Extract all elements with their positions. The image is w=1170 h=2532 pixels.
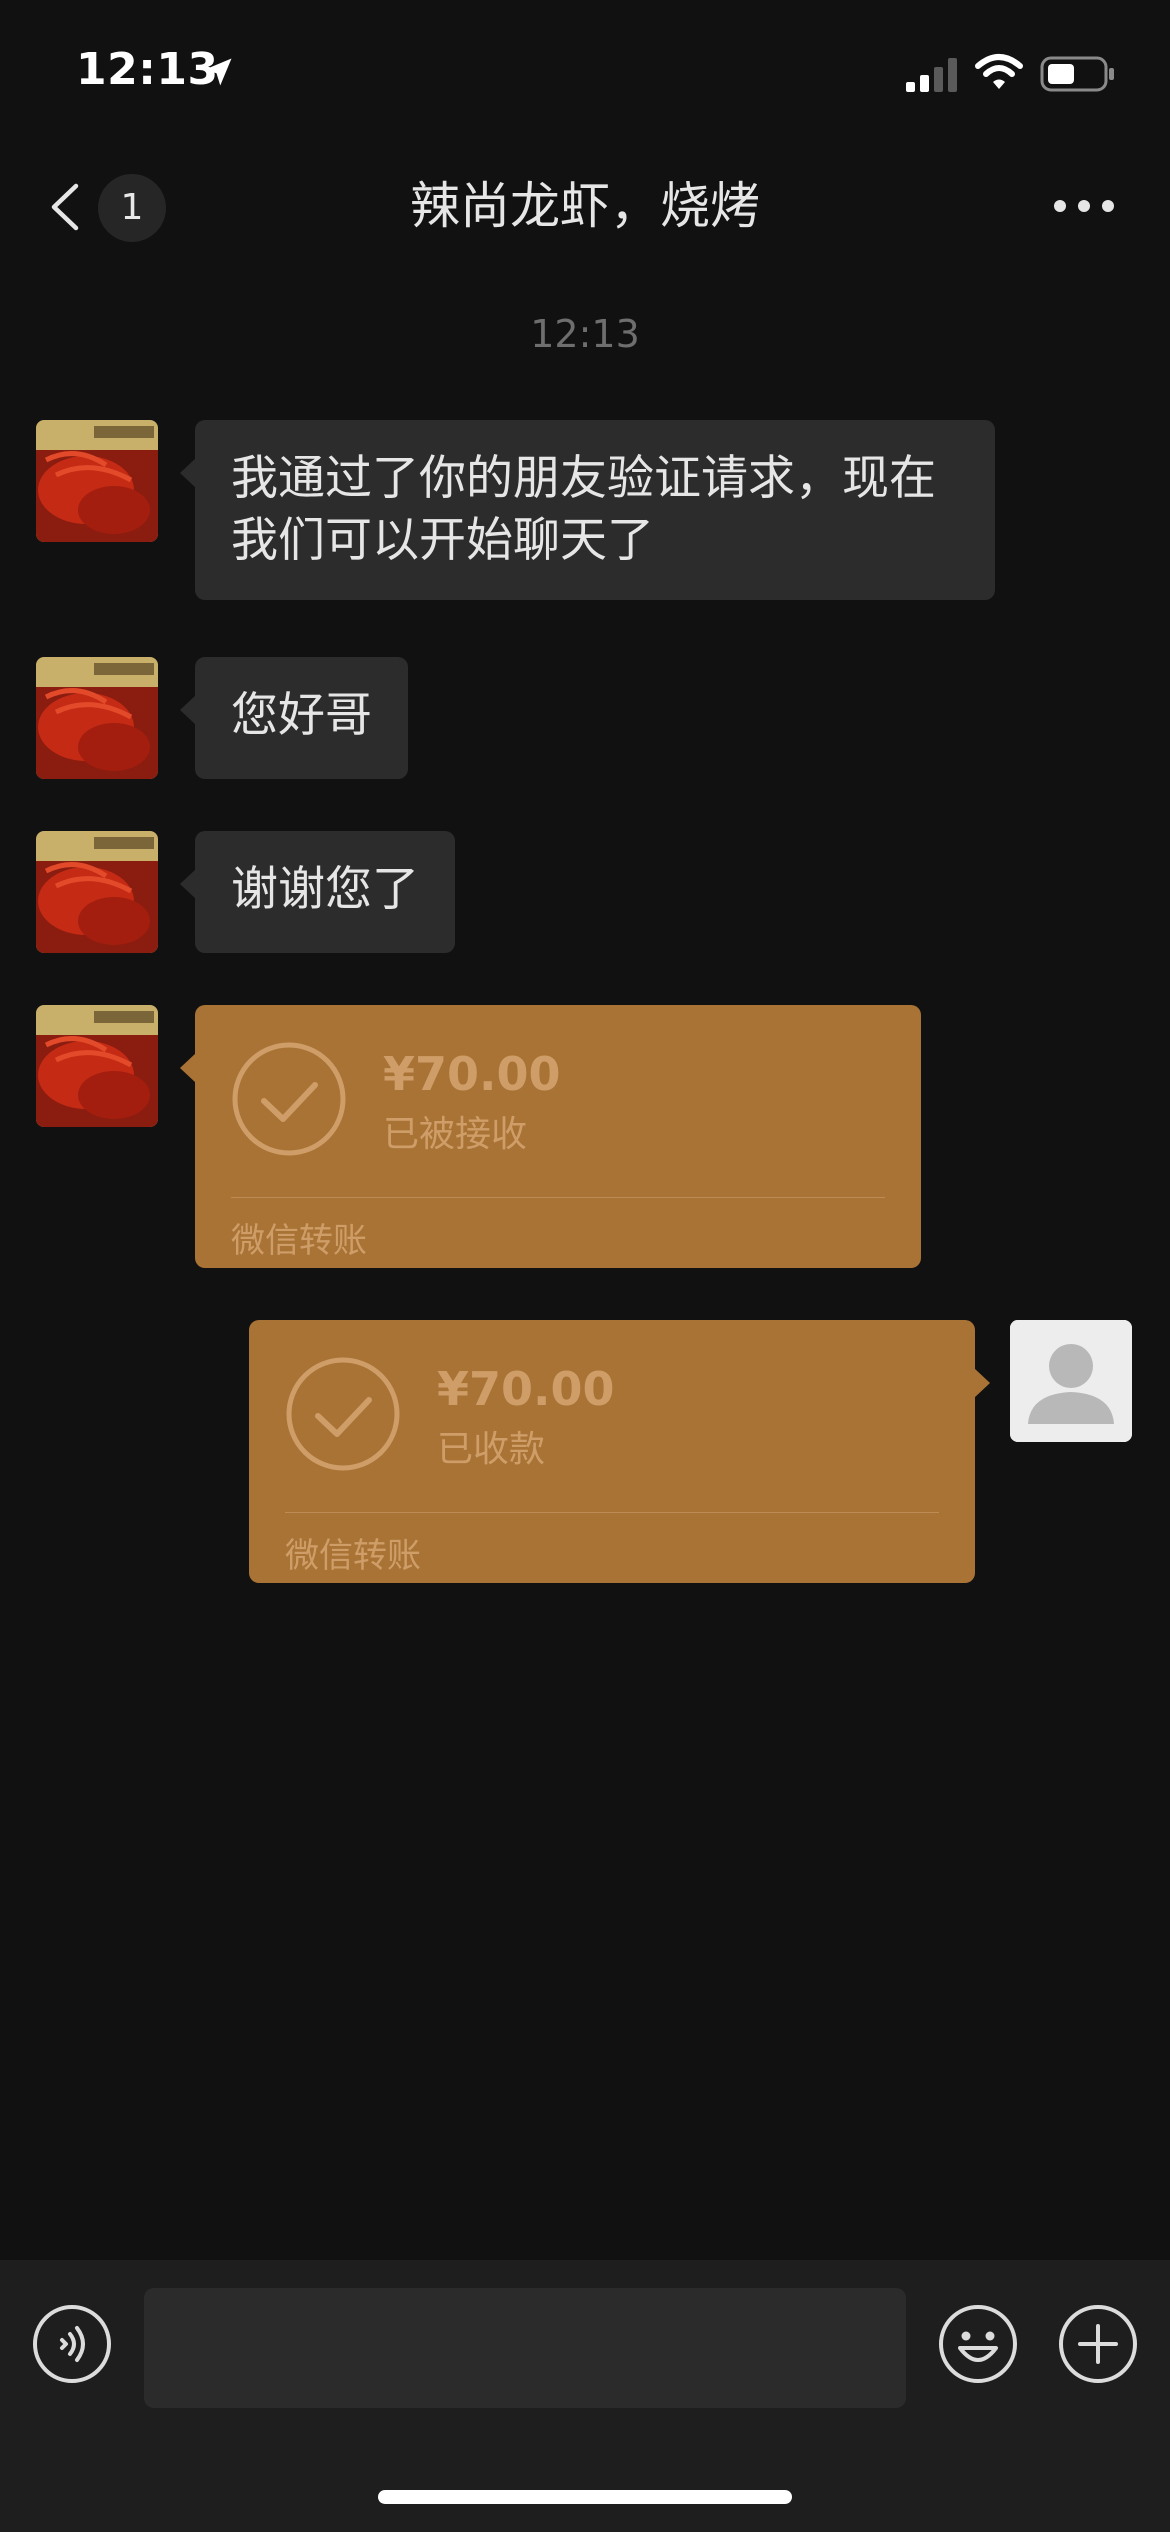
transfer-footer: 微信转账 bbox=[285, 1536, 421, 1576]
contact-avatar[interactable] bbox=[36, 1005, 158, 1127]
contact-avatar[interactable] bbox=[36, 420, 158, 542]
contact-avatar[interactable] bbox=[36, 657, 158, 779]
message-input[interactable] bbox=[144, 2288, 906, 2408]
crayfish-photo-icon bbox=[36, 1005, 158, 1127]
crayfish-photo-icon bbox=[36, 657, 158, 779]
crayfish-photo-icon bbox=[36, 420, 158, 542]
location-arrow-icon bbox=[204, 58, 232, 86]
chat-header: 1 辣尚龙虾，烧烤 bbox=[0, 150, 1170, 260]
chat-title: 辣尚龙虾，烧烤 bbox=[410, 177, 760, 235]
message-timestamp: 12:13 bbox=[530, 312, 640, 356]
check-circle-icon bbox=[232, 1042, 346, 1156]
transfer-status: 已收款 bbox=[437, 1429, 546, 1470]
unread-count-badge: 1 bbox=[98, 174, 166, 242]
voice-icon[interactable] bbox=[32, 2304, 112, 2384]
more-dots-icon[interactable] bbox=[1044, 178, 1124, 234]
transfer-amount: ¥70.00 bbox=[437, 1362, 615, 1416]
transfer-status: 已被接收 bbox=[383, 1114, 528, 1155]
check-circle-icon bbox=[286, 1357, 400, 1471]
contact-avatar[interactable] bbox=[36, 831, 158, 953]
transfer-divider bbox=[231, 1197, 885, 1198]
home-indicator[interactable] bbox=[378, 2490, 792, 2504]
transfer-footer: 微信转账 bbox=[231, 1221, 367, 1261]
battery-icon bbox=[1040, 56, 1114, 92]
wifi-icon bbox=[975, 54, 1023, 89]
self-avatar[interactable] bbox=[1010, 1320, 1132, 1442]
status-bar: 12:13 bbox=[0, 0, 1170, 140]
plus-icon[interactable] bbox=[1058, 2304, 1138, 2384]
emoji-icon[interactable] bbox=[938, 2304, 1018, 2384]
default-user-icon bbox=[1010, 1320, 1132, 1442]
transfer-card[interactable]: ¥70.00 已被接收 微信转账 bbox=[180, 1005, 921, 1268]
transfer-divider bbox=[285, 1512, 939, 1513]
message-bubble[interactable]: 您好哥 bbox=[180, 657, 408, 779]
status-time: 12:13 bbox=[76, 44, 219, 95]
message-bubble[interactable]: 谢谢您了 bbox=[180, 831, 455, 953]
chevron-left-icon bbox=[51, 183, 79, 231]
crayfish-photo-icon bbox=[36, 831, 158, 953]
back-button[interactable]: 1 bbox=[42, 174, 182, 242]
message-bubble[interactable]: 我通过了你的朋友验证请求，现在我们可以开始聊天了 bbox=[180, 420, 995, 600]
transfer-amount: ¥70.00 bbox=[383, 1047, 561, 1101]
cellular-signal-icon bbox=[906, 58, 957, 92]
transfer-card[interactable]: ¥70.00 已收款 微信转账 bbox=[249, 1320, 990, 1583]
